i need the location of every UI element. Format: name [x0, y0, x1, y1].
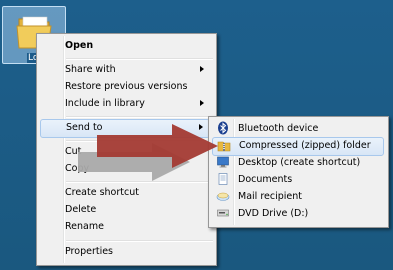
dvd-drive-icon	[217, 209, 229, 217]
menu-item-copy[interactable]: Copy	[40, 160, 210, 177]
menu-separator	[66, 58, 213, 60]
submenu-item-label: DVD Drive (D:)	[238, 208, 309, 219]
mail-icon	[216, 192, 230, 201]
menu-item-delete[interactable]: Delete	[40, 201, 210, 218]
submenu-item-label: Bluetooth device	[238, 123, 319, 134]
submenu-arrow-icon	[200, 100, 204, 106]
menu-separator	[66, 181, 213, 183]
menu-separator	[66, 116, 213, 118]
submenu-arrow-icon	[199, 124, 203, 130]
menu-item-label: Send to	[66, 122, 103, 133]
menu-item-label: Share with	[65, 64, 116, 75]
menu-item-open[interactable]: Open	[40, 37, 210, 54]
context-menu: Open Share with Restore previous version…	[36, 33, 217, 266]
menu-item-cut[interactable]: Cut	[40, 143, 210, 160]
submenu-item-desktop-create-shortcut[interactable]: Desktop (create shortcut)	[212, 154, 384, 171]
menu-separator	[66, 240, 213, 242]
menu-item-label: Include in library	[65, 98, 145, 109]
documents-icon	[218, 173, 228, 185]
submenu-item-label: Documents	[238, 174, 293, 185]
submenu-item-label: Compressed (zipped) folder	[239, 140, 371, 151]
submenu-item-documents[interactable]: Documents	[212, 171, 384, 188]
submenu-arrow-icon	[200, 66, 204, 72]
submenu-item-label: Desktop (create shortcut)	[238, 157, 361, 168]
zip-folder-icon	[217, 141, 231, 152]
bluetooth-icon	[218, 121, 228, 135]
menu-item-create-shortcut[interactable]: Create shortcut	[40, 184, 210, 201]
menu-item-rename[interactable]: Rename	[40, 218, 210, 235]
menu-separator	[66, 140, 213, 142]
submenu-item-bluetooth-device[interactable]: Bluetooth device	[212, 120, 384, 137]
menu-item-send-to[interactable]: Send to	[40, 119, 210, 138]
submenu-item-dvd-drive[interactable]: DVD Drive (D:)	[212, 205, 384, 222]
menu-item-share-with[interactable]: Share with	[40, 61, 210, 78]
menu-item-include-in-library[interactable]: Include in library	[40, 95, 210, 112]
desktop-icon	[217, 156, 229, 168]
menu-item-restore-previous-versions[interactable]: Restore previous versions	[40, 78, 210, 95]
menu-item-properties[interactable]: Properties	[40, 243, 210, 260]
send-to-submenu: Bluetooth device Compressed (zipped) fol…	[208, 116, 389, 228]
submenu-item-mail-recipient[interactable]: Mail recipient	[212, 188, 384, 205]
submenu-item-label: Mail recipient	[238, 191, 302, 202]
